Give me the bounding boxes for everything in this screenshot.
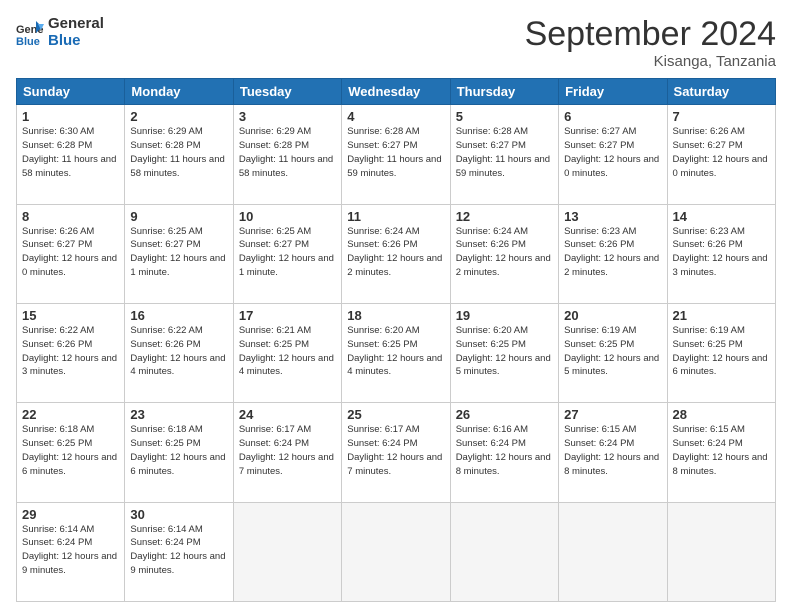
day-7: 7 Sunrise: 6:26 AMSunset: 6:27 PMDayligh…	[667, 105, 775, 204]
col-thursday: Thursday	[450, 79, 558, 105]
calendar-row-1: 1 Sunrise: 6:30 AMSunset: 6:28 PMDayligh…	[17, 105, 776, 204]
day-19: 19 Sunrise: 6:20 AMSunset: 6:25 PMDaylig…	[450, 304, 558, 403]
col-tuesday: Tuesday	[233, 79, 341, 105]
day-12: 12 Sunrise: 6:24 AMSunset: 6:26 PMDaylig…	[450, 204, 558, 303]
day-4: 4 Sunrise: 6:28 AMSunset: 6:27 PMDayligh…	[342, 105, 450, 204]
day-30: 30 Sunrise: 6:14 AMSunset: 6:24 PMDaylig…	[125, 502, 233, 601]
calendar-row-5: 29 Sunrise: 6:14 AMSunset: 6:24 PMDaylig…	[17, 502, 776, 601]
day-2: 2 Sunrise: 6:29 AMSunset: 6:28 PMDayligh…	[125, 105, 233, 204]
day-23: 23 Sunrise: 6:18 AMSunset: 6:25 PMDaylig…	[125, 403, 233, 502]
day-11: 11 Sunrise: 6:24 AMSunset: 6:26 PMDaylig…	[342, 204, 450, 303]
day-13: 13 Sunrise: 6:23 AMSunset: 6:26 PMDaylig…	[559, 204, 667, 303]
day-22: 22 Sunrise: 6:18 AMSunset: 6:25 PMDaylig…	[17, 403, 125, 502]
day-1: 1 Sunrise: 6:30 AMSunset: 6:28 PMDayligh…	[17, 105, 125, 204]
calendar-row-2: 8 Sunrise: 6:26 AMSunset: 6:27 PMDayligh…	[17, 204, 776, 303]
day-26: 26 Sunrise: 6:16 AMSunset: 6:24 PMDaylig…	[450, 403, 558, 502]
day-14: 14 Sunrise: 6:23 AMSunset: 6:26 PMDaylig…	[667, 204, 775, 303]
calendar-table: Sunday Monday Tuesday Wednesday Thursday…	[16, 78, 776, 602]
title-block: September 2024 Kisanga, Tanzania	[525, 16, 776, 70]
col-saturday: Saturday	[667, 79, 775, 105]
empty-cell-1	[233, 502, 341, 601]
day-27: 27 Sunrise: 6:15 AMSunset: 6:24 PMDaylig…	[559, 403, 667, 502]
empty-cell-4	[559, 502, 667, 601]
location-subtitle: Kisanga, Tanzania	[525, 53, 776, 70]
logo-general: General	[48, 16, 104, 33]
day-8: 8 Sunrise: 6:26 AMSunset: 6:27 PMDayligh…	[17, 204, 125, 303]
day-20: 20 Sunrise: 6:19 AMSunset: 6:25 PMDaylig…	[559, 304, 667, 403]
col-sunday: Sunday	[17, 79, 125, 105]
day-18: 18 Sunrise: 6:20 AMSunset: 6:25 PMDaylig…	[342, 304, 450, 403]
page: General Blue General Blue September 2024…	[0, 0, 792, 612]
day-5: 5 Sunrise: 6:28 AMSunset: 6:27 PMDayligh…	[450, 105, 558, 204]
day-6: 6 Sunrise: 6:27 AMSunset: 6:27 PMDayligh…	[559, 105, 667, 204]
day-25: 25 Sunrise: 6:17 AMSunset: 6:24 PMDaylig…	[342, 403, 450, 502]
col-friday: Friday	[559, 79, 667, 105]
empty-cell-5	[667, 502, 775, 601]
col-monday: Monday	[125, 79, 233, 105]
day-28: 28 Sunrise: 6:15 AMSunset: 6:24 PMDaylig…	[667, 403, 775, 502]
empty-cell-3	[450, 502, 558, 601]
day-10: 10 Sunrise: 6:25 AMSunset: 6:27 PMDaylig…	[233, 204, 341, 303]
calendar-row-4: 22 Sunrise: 6:18 AMSunset: 6:25 PMDaylig…	[17, 403, 776, 502]
calendar-header-row: Sunday Monday Tuesday Wednesday Thursday…	[17, 79, 776, 105]
day-9: 9 Sunrise: 6:25 AMSunset: 6:27 PMDayligh…	[125, 204, 233, 303]
day-17: 17 Sunrise: 6:21 AMSunset: 6:25 PMDaylig…	[233, 304, 341, 403]
empty-cell-2	[342, 502, 450, 601]
day-24: 24 Sunrise: 6:17 AMSunset: 6:24 PMDaylig…	[233, 403, 341, 502]
header: General Blue General Blue September 2024…	[16, 16, 776, 70]
day-16: 16 Sunrise: 6:22 AMSunset: 6:26 PMDaylig…	[125, 304, 233, 403]
day-21: 21 Sunrise: 6:19 AMSunset: 6:25 PMDaylig…	[667, 304, 775, 403]
col-wednesday: Wednesday	[342, 79, 450, 105]
day-3: 3 Sunrise: 6:29 AMSunset: 6:28 PMDayligh…	[233, 105, 341, 204]
logo-icon: General Blue	[16, 19, 44, 47]
logo-blue: Blue	[48, 33, 104, 50]
calendar-row-3: 15 Sunrise: 6:22 AMSunset: 6:26 PMDaylig…	[17, 304, 776, 403]
day-29: 29 Sunrise: 6:14 AMSunset: 6:24 PMDaylig…	[17, 502, 125, 601]
svg-text:Blue: Blue	[16, 36, 40, 47]
logo: General Blue General Blue	[16, 16, 104, 49]
month-title: September 2024	[525, 16, 776, 53]
day-15: 15 Sunrise: 6:22 AMSunset: 6:26 PMDaylig…	[17, 304, 125, 403]
